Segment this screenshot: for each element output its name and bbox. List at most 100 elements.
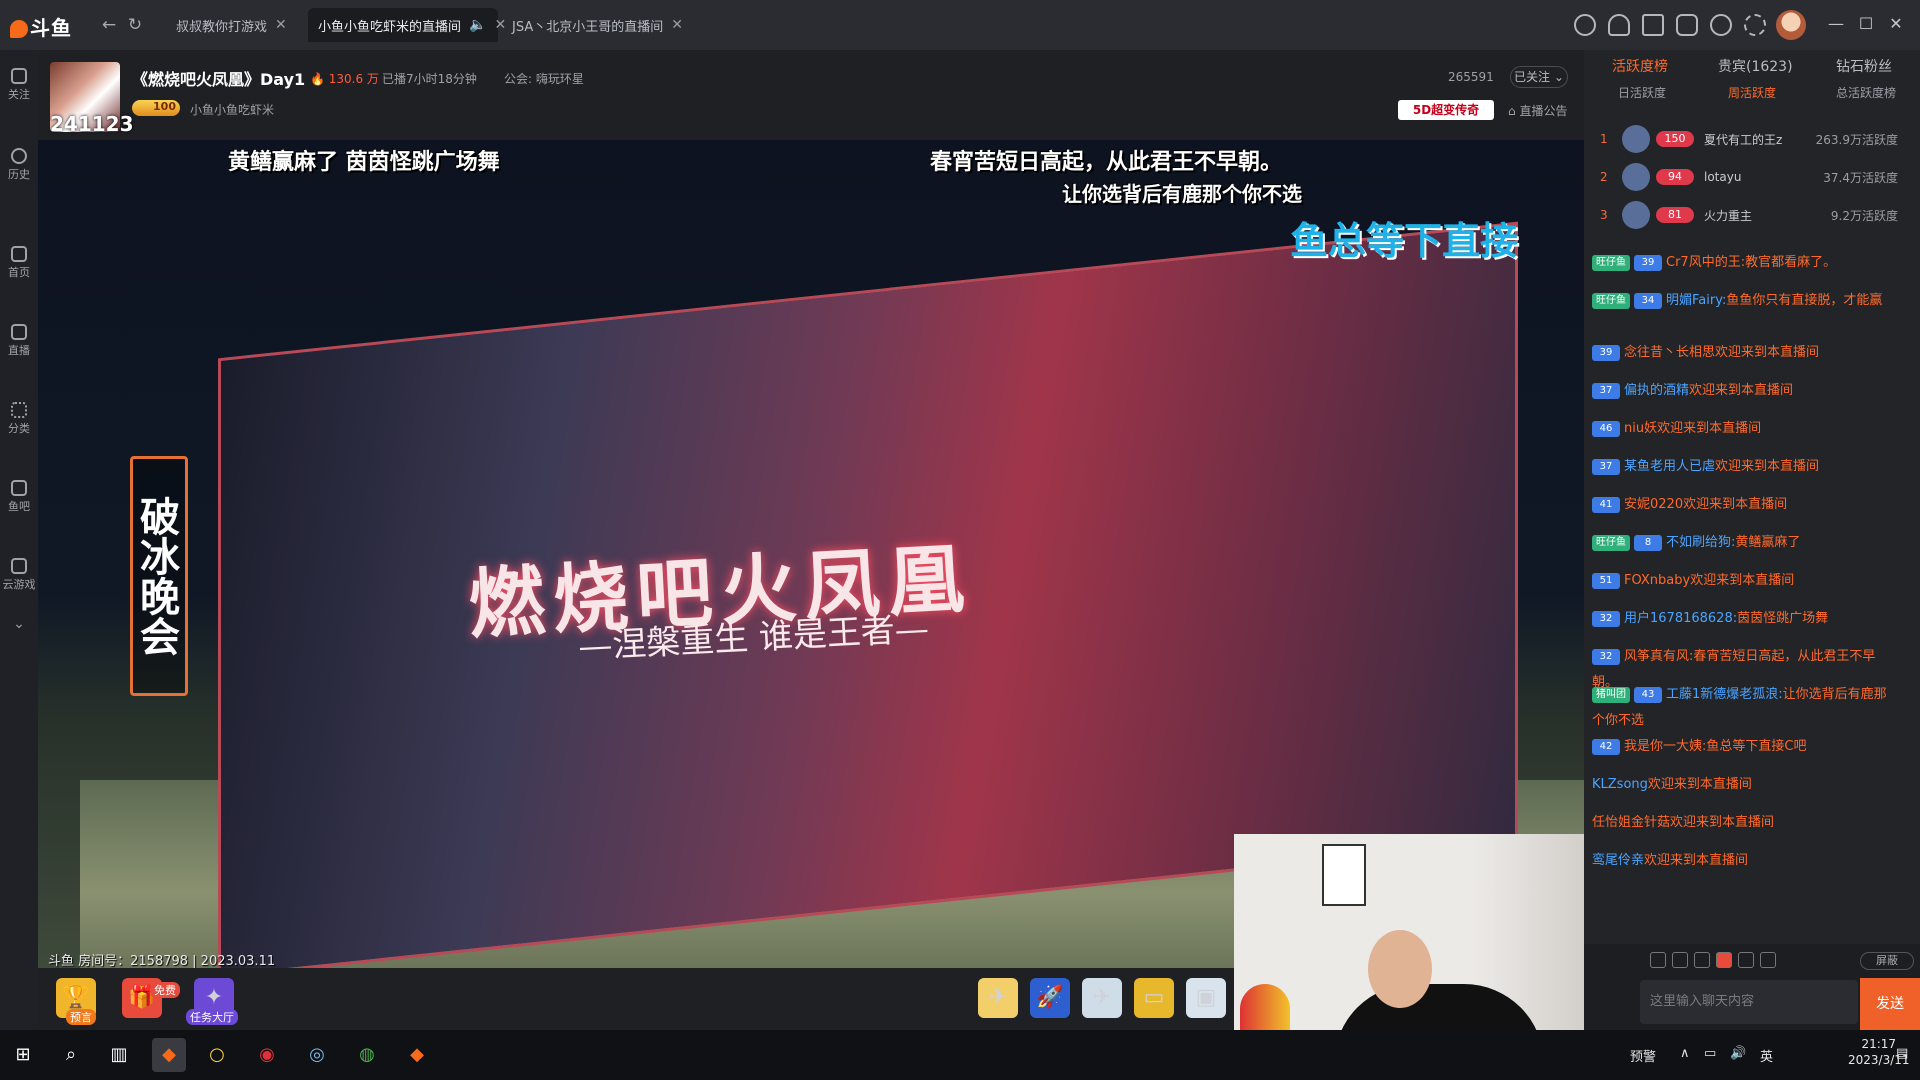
nav-live[interactable]: 直播 [0,324,38,358]
chrome-icon[interactable]: ◍ [350,1038,384,1072]
chat-message[interactable]: 51 FOXnbaby欢迎来到本直播间 [1592,568,1890,594]
tray-up-icon[interactable]: ∧ [1680,1046,1690,1061]
nav-category[interactable]: 分类 [0,402,38,436]
steam-icon[interactable]: ◎ [300,1038,334,1072]
chat-nick[interactable]: 某鱼老用人已虐 [1624,459,1715,474]
guild[interactable]: 公会: 嗨玩环星 [504,70,584,87]
sponsor-badge[interactable]: 5D超变传奇 [1398,100,1494,120]
volume-icon[interactable]: 🔊 [1730,1046,1746,1061]
nav-home[interactable]: 首页 [0,246,38,280]
hot-icon[interactable] [1738,952,1754,968]
chat-nick[interactable]: 我是你一大姨: [1624,739,1706,754]
tab-vip[interactable]: 贵宾(1623) [1718,56,1793,76]
app-icon[interactable]: ○ [200,1038,234,1072]
chat-message[interactable]: 任怡姐金针菇欢迎来到本直播间 [1592,810,1890,836]
box-gift-icon[interactable]: ▣ [1186,978,1226,1018]
ime-indicator[interactable]: 英 [1760,1046,1773,1065]
rank-row[interactable]: 2 94 lotayu 37.4万活跃度 [1600,162,1906,192]
mute-icon[interactable]: 🔈 [469,17,486,33]
plane-gift-icon[interactable]: ✈ [1082,978,1122,1018]
rank-row[interactable]: 1 150 夏代有工的王z 263.9万活跃度 [1600,124,1906,154]
chat-message[interactable]: 42 我是你一大姨:鱼总等下直接C吧 [1592,734,1890,760]
user-avatar[interactable] [1776,10,1806,40]
close-window-icon[interactable]: ✕ [1886,14,1906,34]
notice-button[interactable]: ⌂ 直播公告 [1508,102,1567,119]
chat-nick[interactable]: 用户1678168628: [1624,611,1737,626]
chat-message[interactable]: 41 安妮0220欢迎来到本直播间 [1592,492,1890,518]
rocket-gift-icon[interactable]: 🚀 [1030,978,1070,1018]
music-app-icon[interactable]: ◉ [250,1038,284,1072]
chat-message[interactable]: 猪叫团 43 工藤1新德爆老孤浪:让你选背后有鹿那个你不选 [1592,682,1890,734]
chat-message[interactable]: 37 某鱼老用人已虐欢迎来到本直播间 [1592,454,1890,480]
chat-message[interactable]: 鸾尾伶亲欢迎来到本直播间 [1592,848,1890,874]
history-icon[interactable] [1574,14,1596,36]
tab-diamond[interactable]: 钻石粉丝 [1836,56,1892,76]
close-icon[interactable]: ✕ [275,17,287,33]
shirt-icon[interactable] [1676,14,1698,36]
chat-nick[interactable]: 任怡姐金针菇 [1592,815,1670,830]
chat-nick[interactable]: 工藤1新德爆老孤浪: [1666,687,1783,702]
chat-nick[interactable]: 鸾尾伶亲 [1592,853,1644,868]
host-name[interactable]: 小鱼小鱼吃虾米 [190,101,274,118]
chat-message[interactable]: 旺仔鱼 34 明媚Fairy:鱼鱼你只有直接脱，才能赢 [1592,288,1890,314]
chat-nick[interactable]: 偏执的酒精 [1624,383,1689,398]
windows-start-icon[interactable]: ⊞ [6,1038,40,1072]
network-icon[interactable]: ▭ [1704,1046,1716,1061]
subtab-total[interactable]: 总活跃度榜 [1836,84,1896,101]
refresh-icon[interactable]: ↻ [124,14,146,36]
chat-message[interactable]: 37 偏执的酒精欢迎来到本直播间 [1592,378,1890,404]
follow-button[interactable]: 已关注 ⌄ [1510,66,1568,88]
chat-nick[interactable]: FOXnbaby [1624,573,1690,588]
chat-message[interactable]: 旺仔鱼 39 Cr7风中的王:教官都看麻了。 [1592,250,1890,276]
tab-2[interactable]: JSA丶北京小王哥的直播间 ✕ [502,8,698,42]
close-icon[interactable]: ✕ [671,17,683,33]
nav-expand-icon[interactable]: ⌄ [0,616,38,632]
alert-label[interactable]: 预警 [1630,1046,1656,1065]
airplane-gift-icon[interactable]: ✈ [978,978,1018,1018]
douyu-logo[interactable]: 斗鱼 [10,12,74,40]
nav-follow[interactable]: 关注 [0,68,38,102]
nav-cloud-game[interactable]: 云游戏 [0,558,38,592]
minimize-icon[interactable]: — [1826,14,1846,34]
nav-history[interactable]: 历史 [0,148,38,182]
subtab-weekly[interactable]: 周活跃度 [1728,84,1776,101]
chat-input[interactable]: 这里输入聊天内容 [1640,980,1858,1024]
chat-message[interactable]: 32 用户1678168628:茵茵怪跳广场舞 [1592,606,1890,632]
tab-0[interactable]: 叔叔教你打游戏 ✕ [166,8,287,42]
rank-row[interactable]: 3 81 火力重主 9.2万活跃度 [1600,200,1906,230]
chat-message[interactable]: KLZsong欢迎来到本直播间 [1592,772,1890,798]
crown-icon[interactable] [1650,952,1666,968]
chat-nick[interactable]: KLZsong [1592,777,1648,792]
chat-message[interactable]: 46 niu妖欢迎来到本直播间 [1592,416,1890,442]
maximize-icon[interactable]: ☐ [1856,14,1876,34]
search-icon[interactable]: ⌕ [54,1038,88,1072]
chat-nick[interactable]: niu妖 [1624,421,1657,436]
chat-nick[interactable]: 安妮0220 [1624,497,1683,512]
chat-nick[interactable]: 风筝真有风: [1624,649,1693,664]
message-icon[interactable] [1710,14,1732,36]
tab-1[interactable]: 小鱼小鱼吃虾米的直播间 🔈 ✕ [308,8,506,42]
chat-nick[interactable]: 不如刷给狗: [1666,535,1735,550]
chat-nick[interactable]: 念往昔丶长相思 [1624,345,1715,360]
chat-nick[interactable]: Cr7风中的王: [1666,255,1745,270]
tab-activity[interactable]: 活跃度榜 [1612,56,1668,76]
chat-message[interactable]: 39 念往昔丶长相思欢迎来到本直播间 [1592,340,1890,366]
checkin-icon[interactable] [1642,14,1664,36]
super-icon[interactable] [1694,952,1710,968]
send-button[interactable]: 发送 [1860,978,1920,1030]
settings-icon[interactable] [1744,14,1766,36]
nav-fishbar[interactable]: 鱼吧 [0,480,38,514]
notification-icon[interactable]: ▤ [1896,1046,1908,1061]
douyu-app-icon[interactable]: ◆ [400,1038,434,1072]
taskview-icon[interactable]: ▥ [102,1038,136,1072]
block-toggle[interactable]: 屏蔽 [1860,952,1914,970]
heart-icon[interactable] [1608,14,1630,36]
douyu-app-icon[interactable]: ◆ [152,1038,186,1072]
chat-nick[interactable]: 明媚Fairy: [1666,293,1726,308]
back-icon[interactable]: ← [98,14,120,36]
subtab-daily[interactable]: 日活跃度 [1618,84,1666,101]
card-gift-icon[interactable]: ▭ [1134,978,1174,1018]
red-icon[interactable] [1716,952,1732,968]
emoji-icon[interactable] [1760,952,1776,968]
chat-message[interactable]: 旺仔鱼 8 不如刷给狗:黄鳝赢麻了 [1592,530,1890,556]
